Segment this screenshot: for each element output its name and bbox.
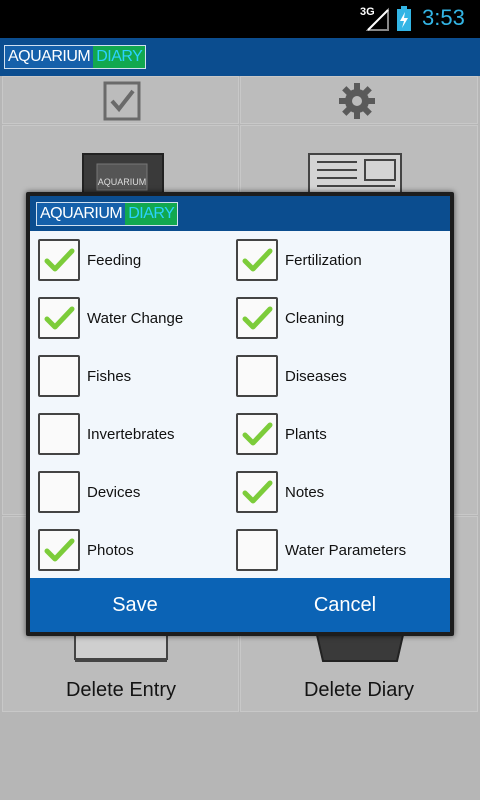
checkbox-cleaning[interactable] xyxy=(236,297,278,339)
option-fertilization[interactable]: Fertilization xyxy=(236,239,362,281)
checkbox-plants[interactable] xyxy=(236,413,278,455)
dialog-actions: Save Cancel xyxy=(30,578,450,632)
option-fishes[interactable]: Fishes xyxy=(38,355,131,397)
option-invertebrates[interactable]: Invertebrates xyxy=(38,413,175,455)
battery-charging-icon xyxy=(397,6,411,31)
option-label: Fertilization xyxy=(285,251,362,269)
dialog-logo: AQUARIUM DIARY xyxy=(36,202,179,226)
option-label: Cleaning xyxy=(285,309,345,327)
category-filter-dialog: AQUARIUM DIARY Feeding Fertilization Wat… xyxy=(26,192,454,636)
delete-diary-label: Delete Diary xyxy=(303,679,415,701)
check-icon xyxy=(44,306,75,330)
checkbox-water-change[interactable] xyxy=(38,297,80,339)
option-label: Feeding xyxy=(87,251,142,269)
option-label: Invertebrates xyxy=(87,425,175,443)
option-label: Notes xyxy=(285,483,325,501)
gear-icon xyxy=(339,83,375,119)
check-icon xyxy=(242,248,273,272)
option-feeding[interactable]: Feeding xyxy=(38,239,141,281)
checkbox-invertebrates[interactable] xyxy=(38,413,80,455)
option-label: Devices xyxy=(87,483,141,501)
cancel-button[interactable]: Cancel xyxy=(240,578,450,632)
delete-entry-label: Delete Entry xyxy=(65,679,177,701)
option-water-parameters[interactable]: Water Parameters xyxy=(236,529,406,571)
option-diseases[interactable]: Diseases xyxy=(236,355,347,397)
delete-entry-icon xyxy=(74,635,168,662)
checkbox-icon xyxy=(103,81,141,121)
checkbox-feeding[interactable] xyxy=(38,239,80,281)
check-icon xyxy=(44,538,75,562)
checkbox-photos[interactable] xyxy=(38,529,80,571)
menu-cell-settings[interactable] xyxy=(240,76,478,124)
dialog-options: Feeding Fertilization Water Change Clean… xyxy=(30,231,450,578)
delete-diary-icon xyxy=(315,635,405,662)
option-label: Plants xyxy=(285,425,327,443)
option-label: Fishes xyxy=(87,367,132,385)
option-cleaning[interactable]: Cleaning xyxy=(236,297,344,339)
dialog-logo-text-aquarium: AQUARIUM xyxy=(37,203,126,225)
check-icon xyxy=(242,422,273,446)
option-label: Photos xyxy=(87,541,134,559)
option-devices[interactable]: Devices xyxy=(38,471,140,513)
clock: 3:53 xyxy=(422,5,465,30)
check-icon xyxy=(242,306,273,330)
app-logo: AQUARIUM DIARY xyxy=(4,45,147,69)
check-icon xyxy=(242,480,273,504)
logo-text-aquarium: AQUARIUM xyxy=(5,46,94,68)
option-plants[interactable]: Plants xyxy=(236,413,327,455)
option-label: Diseases xyxy=(285,367,347,385)
option-label: Water Parameters xyxy=(285,541,407,559)
dialog-header: AQUARIUM DIARY xyxy=(30,196,450,231)
logo-text-diary: DIARY xyxy=(93,46,146,68)
check-icon xyxy=(44,248,75,272)
save-button[interactable]: Save xyxy=(30,578,240,632)
checkbox-fertilization[interactable] xyxy=(236,239,278,281)
book-cover-text: AQUARIUM xyxy=(98,177,147,187)
checkbox-devices[interactable] xyxy=(38,471,80,513)
app-title-bar: AQUARIUM DIARY xyxy=(0,38,480,76)
option-photos[interactable]: Photos xyxy=(38,529,134,571)
checkbox-diseases[interactable] xyxy=(236,355,278,397)
signal-icon xyxy=(366,7,389,31)
menu-cell-select[interactable] xyxy=(2,76,239,124)
status-bar: 3G 3:53 xyxy=(0,0,480,38)
option-label: Water Change xyxy=(87,309,184,327)
option-water-change[interactable]: Water Change xyxy=(38,297,183,339)
dialog-logo-text-diary: DIARY xyxy=(125,203,178,225)
checkbox-fishes[interactable] xyxy=(38,355,80,397)
option-notes[interactable]: Notes xyxy=(236,471,324,513)
checkbox-notes[interactable] xyxy=(236,471,278,513)
checkbox-water-parameters[interactable] xyxy=(236,529,278,571)
